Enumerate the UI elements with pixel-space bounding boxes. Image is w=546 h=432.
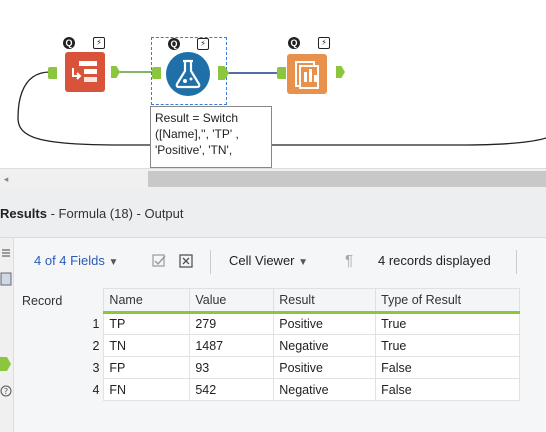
toolbar-separator — [210, 250, 211, 274]
grid-header-row: Record Name Value Result Type of Result — [20, 288, 520, 314]
fields-selector-label: 4 of 4 Fields — [34, 253, 105, 268]
results-title: Results - Formula (18) - Output — [0, 206, 184, 221]
table-row[interactable]: 3 FP 93 Positive False — [20, 356, 520, 379]
cell-name[interactable]: FN — [103, 378, 191, 401]
table-row[interactable]: 2 TN 1487 Negative True — [20, 334, 520, 357]
check-edit-icon[interactable] — [151, 253, 167, 269]
results-sidebar: ? — [0, 238, 14, 432]
anchor-selector-icon[interactable] — [0, 356, 12, 371]
results-toolbar: 4 of 4 Fields ▼ Cell Viewer ▼ ¶ 4 record… — [20, 244, 546, 280]
cell-name[interactable]: TP — [103, 312, 191, 335]
record-number: 4 — [20, 378, 105, 401]
cell-result[interactable]: Negative — [273, 378, 377, 401]
cell-type-of-result[interactable]: False — [375, 356, 520, 379]
text-input-tool[interactable] — [65, 52, 105, 92]
record-number: 1 — [20, 312, 105, 335]
table-view-icon[interactable] — [0, 272, 12, 286]
help-icon[interactable]: ? — [0, 384, 12, 397]
lightning-icon[interactable]: ⚡ — [93, 37, 105, 49]
cache-q-icon[interactable]: Q — [168, 38, 180, 50]
canvas-horizontal-scrollbar[interactable]: ◂ — [0, 168, 546, 188]
table-row[interactable]: 1 TP 279 Positive True — [20, 312, 520, 335]
input-anchor[interactable] — [277, 67, 286, 79]
close-box-icon[interactable] — [178, 253, 194, 269]
column-header-value[interactable]: Value — [189, 288, 275, 314]
results-header: Results - Formula (18) - Output — [0, 188, 546, 238]
column-header-type-of-result[interactable]: Type of Result — [375, 288, 520, 314]
records-displayed-count: 4 records displayed — [378, 253, 491, 268]
cell-type-of-result[interactable]: True — [375, 312, 520, 335]
lightning-icon[interactable]: ⚡ — [197, 38, 209, 50]
chevron-down-icon: ▼ — [108, 257, 119, 268]
cell-value[interactable]: 1487 — [189, 334, 275, 357]
results-panel: Results - Formula (18) - Output ? 4 of 4… — [0, 188, 546, 432]
record-number: 2 — [20, 334, 105, 357]
input-anchor[interactable] — [48, 67, 57, 79]
pilcrow-icon[interactable]: ¶ — [345, 253, 353, 269]
cell-name[interactable]: TN — [103, 334, 191, 357]
results-title-detail: - Formula (18) - Output — [46, 206, 184, 221]
scrollbar-thumb[interactable] — [148, 171, 546, 187]
browse-icon — [295, 61, 319, 89]
workflow-canvas[interactable]: Q ⚡ Q ⚡ Q ⚡ Result = Switch ([Name],'', … — [0, 0, 546, 168]
formula-icon-bg — [166, 52, 210, 96]
record-number: 3 — [20, 356, 105, 379]
cell-value[interactable]: 93 — [189, 356, 275, 379]
cell-value[interactable]: 542 — [189, 378, 275, 401]
lightning-icon[interactable]: ⚡ — [318, 37, 330, 49]
input-anchor[interactable] — [152, 67, 161, 79]
results-grid: Record Name Value Result Type of Result … — [20, 288, 520, 401]
results-title-bold: Results — [0, 206, 47, 221]
text-input-icon — [72, 61, 97, 82]
record-column-header[interactable]: Record — [20, 288, 104, 313]
column-header-result[interactable]: Result — [273, 288, 377, 314]
table-row[interactable]: 4 FN 542 Negative False — [20, 378, 520, 401]
toolbar-separator — [516, 250, 517, 274]
svg-text:?: ? — [4, 387, 8, 396]
cell-type-of-result[interactable]: False — [375, 378, 520, 401]
cell-result[interactable]: Positive — [273, 356, 377, 379]
formula-tool[interactable] — [164, 50, 212, 98]
cell-type-of-result[interactable]: True — [375, 334, 520, 357]
column-header-name[interactable]: Name — [103, 288, 191, 314]
cell-result[interactable]: Positive — [273, 312, 377, 335]
cell-viewer-selector[interactable]: Cell Viewer ▼ — [229, 253, 308, 271]
scroll-left-arrow-icon[interactable]: ◂ — [0, 171, 12, 187]
chevron-down-icon: ▼ — [298, 257, 309, 268]
cell-viewer-label: Cell Viewer — [229, 253, 295, 268]
fields-selector[interactable]: 4 of 4 Fields ▼ — [34, 253, 118, 271]
formula-annotation[interactable]: Result = Switch ([Name],'', 'TP' , 'Posi… — [150, 106, 272, 168]
cell-value[interactable]: 279 — [189, 312, 275, 335]
cell-name[interactable]: FP — [103, 356, 191, 379]
cache-q-icon[interactable]: Q — [288, 37, 300, 49]
browse-tool[interactable] — [287, 54, 327, 94]
cache-q-icon[interactable]: Q — [63, 37, 75, 49]
menu-lines-icon[interactable] — [0, 246, 12, 258]
cell-result[interactable]: Negative — [273, 334, 377, 357]
